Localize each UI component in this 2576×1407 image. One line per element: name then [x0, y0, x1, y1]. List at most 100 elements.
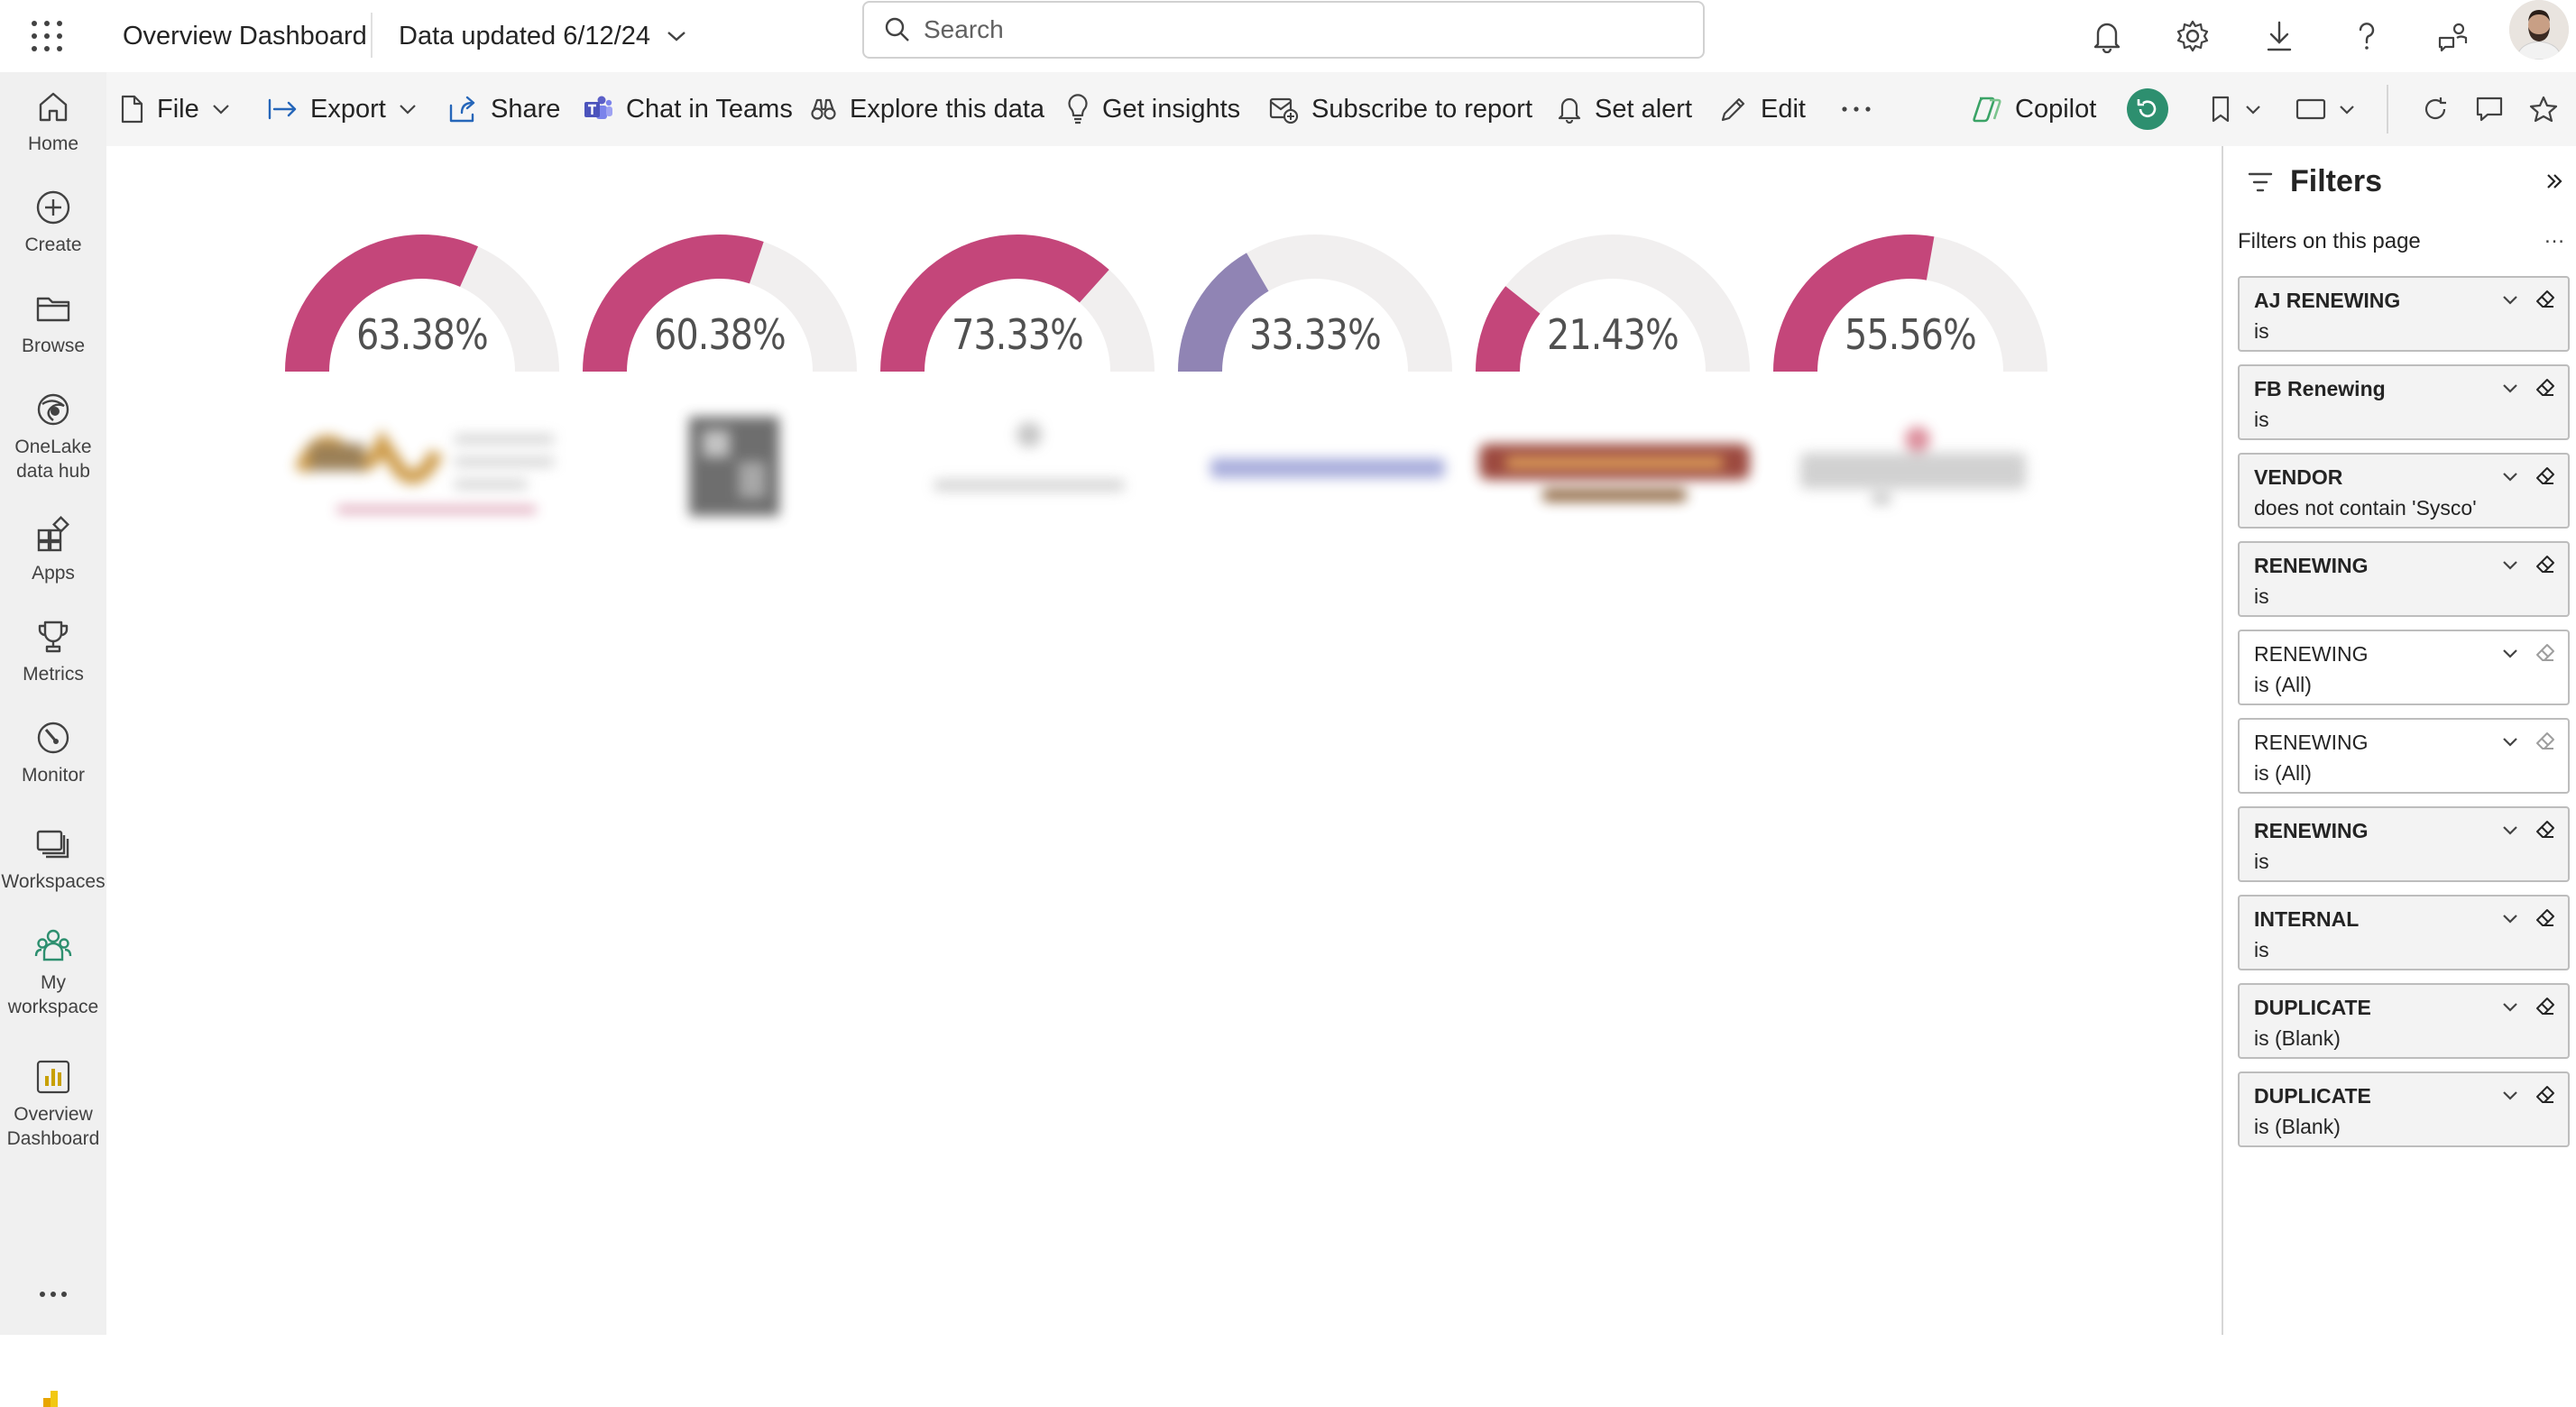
export-icon [268, 98, 297, 120]
nav-browse[interactable]: Browse [0, 289, 106, 358]
app-launcher-icon[interactable] [27, 16, 67, 56]
search-input[interactable] [924, 15, 1645, 44]
set-alert-button[interactable]: Set alert [1557, 88, 1692, 130]
chevron-down-icon[interactable] [2499, 377, 2521, 399]
bookmark-menu-button[interactable] [2199, 88, 2271, 130]
download-icon[interactable] [2254, 11, 2305, 61]
export-menu-button[interactable]: Export [267, 88, 417, 130]
clear-filter-eraser-icon[interactable] [2534, 640, 2557, 664]
nav-apps[interactable]: Apps [0, 516, 106, 585]
clear-filter-eraser-icon[interactable] [2534, 552, 2557, 575]
clear-filter-eraser-icon[interactable] [2534, 287, 2557, 310]
report-icon [36, 1060, 70, 1094]
chat-in-teams-button[interactable]: Chat in Teams [583, 88, 793, 130]
nav-my-workspace[interactable]: My workspace [0, 925, 106, 1019]
get-insights-button[interactable]: Get insights [1066, 88, 1240, 130]
reset-icon[interactable] [2125, 88, 2170, 130]
gauge-value: 60.38% [654, 310, 787, 359]
chevron-down-icon[interactable] [2499, 731, 2521, 752]
chevron-down-icon[interactable] [2499, 289, 2521, 310]
chevron-down-icon [667, 32, 685, 41]
help-icon[interactable] [2341, 11, 2392, 61]
pencil-icon [1721, 97, 1745, 122]
notifications-bell-icon[interactable] [2082, 11, 2132, 61]
user-avatar[interactable] [2509, 0, 2569, 60]
chevron-down-icon[interactable] [2499, 819, 2521, 841]
subscribe-report-button[interactable]: Subscribe to report [1268, 88, 1532, 130]
nav-apps-label: Apps [32, 563, 75, 584]
comment-icon[interactable] [2470, 88, 2509, 130]
edit-label: Edit [1761, 94, 1806, 124]
more-options-icon[interactable] [1838, 88, 1874, 130]
clear-filter-eraser-icon[interactable] [2534, 729, 2557, 752]
nav-create[interactable]: Create [0, 188, 106, 257]
settings-gear-icon[interactable] [2167, 11, 2218, 61]
nav-metrics[interactable]: Metrics [0, 617, 106, 686]
gauge-chart[interactable]: 33.33% [1178, 234, 1452, 379]
filter-card[interactable]: FB Renewing is [2238, 364, 2570, 440]
refresh-icon[interactable] [2415, 88, 2455, 130]
chevron-down-icon[interactable] [2499, 1084, 2521, 1106]
get-insights-label: Get insights [1102, 94, 1241, 124]
filter-card[interactable]: AJ RENEWING is [2238, 276, 2570, 352]
gauge-chart[interactable]: 63.38% [285, 234, 559, 379]
clear-filter-eraser-icon[interactable] [2534, 464, 2557, 487]
nav-home[interactable]: Home [0, 87, 106, 156]
nav-monitor[interactable]: Monitor [0, 718, 106, 787]
filters-more-options-icon[interactable]: … [2541, 224, 2568, 251]
chevron-down-icon [2340, 105, 2354, 115]
gauge-chart[interactable]: 60.38% [583, 234, 857, 379]
nav-workspaces[interactable]: Workspaces [0, 824, 106, 894]
more-options-icon[interactable] [31, 1281, 76, 1308]
clear-filter-eraser-icon[interactable] [2534, 994, 2557, 1017]
export-label: Export [310, 94, 386, 124]
filter-card[interactable]: RENEWING is (All) [2238, 630, 2570, 705]
favorite-star-icon[interactable] [2524, 88, 2563, 130]
clear-filter-eraser-icon[interactable] [2534, 1082, 2557, 1106]
filter-card[interactable]: DUPLICATE is (Blank) [2238, 983, 2570, 1059]
collapse-pane-icon[interactable] [2539, 166, 2570, 197]
filter-card-name: AJ RENEWING [2254, 289, 2401, 312]
filter-card-value: does not contain 'Sysco' [2254, 496, 2477, 520]
clear-filter-eraser-icon[interactable] [2534, 817, 2557, 841]
filter-card[interactable]: RENEWING is [2238, 541, 2570, 617]
share-button[interactable]: Share [447, 88, 560, 130]
gauge-chart[interactable]: 73.33% [880, 234, 1155, 379]
clear-filter-eraser-icon[interactable] [2534, 375, 2557, 399]
filter-card-value: is [2254, 408, 2269, 431]
chevron-down-icon[interactable] [2499, 996, 2521, 1017]
nav-onelake-data-hub[interactable]: OneLake data hub [0, 390, 106, 483]
filter-card-value: is [2254, 938, 2269, 961]
share-feedback-icon[interactable] [2428, 11, 2479, 61]
filter-card-value: is [2254, 319, 2269, 343]
vendor-logo-image [934, 422, 1124, 491]
teams-icon [584, 96, 612, 119]
gauge-chart[interactable]: 55.56% [1773, 234, 2047, 379]
filter-card-name: DUPLICATE [2254, 996, 2371, 1019]
filter-card[interactable]: INTERNAL is [2238, 895, 2570, 970]
view-menu-button[interactable] [2287, 88, 2363, 130]
monitor-icon [37, 722, 69, 754]
chevron-down-icon[interactable] [2499, 907, 2521, 929]
app-title[interactable]: Overview Dashboard [123, 16, 367, 56]
filter-card[interactable]: RENEWING is (All) [2238, 718, 2570, 794]
edit-button[interactable]: Edit [1719, 88, 1806, 130]
clear-filter-eraser-icon[interactable] [2534, 906, 2557, 929]
subscribe-label: Subscribe to report [1311, 94, 1533, 124]
filter-card[interactable]: VENDOR does not contain 'Sysco' [2238, 453, 2570, 529]
copilot-button[interactable]: Copilot [1972, 88, 2096, 130]
chevron-down-icon[interactable] [2499, 642, 2521, 664]
nav-overview-dashboard[interactable]: Overview Dashboard [0, 1057, 106, 1151]
filter-card-name: DUPLICATE [2254, 1084, 2371, 1108]
filter-card[interactable]: DUPLICATE is (Blank) [2238, 1071, 2570, 1147]
chevron-down-icon[interactable] [2499, 465, 2521, 487]
explore-data-button[interactable]: Explore this data [810, 88, 1044, 130]
search-box[interactable] [862, 1, 1705, 59]
data-updated-dropdown[interactable]: Data updated 6/12/24 [399, 16, 686, 56]
binoculars-icon [811, 98, 836, 120]
file-menu-button[interactable]: File [119, 88, 230, 130]
gauge-chart[interactable]: 21.43% [1476, 234, 1750, 379]
filter-card[interactable]: RENEWING is [2238, 806, 2570, 882]
filter-card-name: RENEWING [2254, 819, 2369, 842]
chevron-down-icon[interactable] [2499, 554, 2521, 575]
